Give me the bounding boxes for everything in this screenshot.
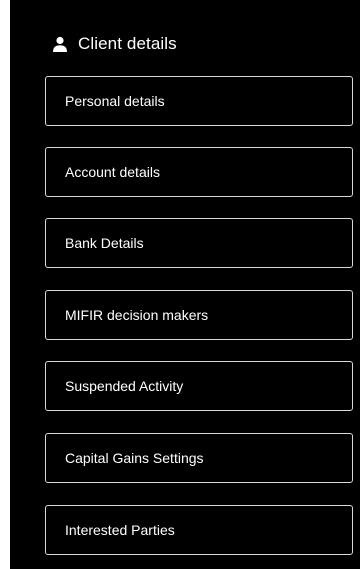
capital-gains-settings-button[interactable]: Capital Gains Settings [45, 433, 353, 483]
bank-details-button[interactable]: Bank Details [45, 218, 353, 268]
section-header: Client details [52, 32, 177, 56]
section-title: Client details [78, 34, 177, 53]
menu-item-label: Interested Parties [65, 522, 175, 538]
menu-item-label: Account details [65, 164, 160, 180]
menu-item-label: Bank Details [65, 235, 144, 251]
menu-item-label: Capital Gains Settings [65, 450, 204, 466]
menu-item-label: Suspended Activity [65, 378, 184, 394]
suspended-activity-button[interactable]: Suspended Activity [45, 361, 353, 411]
menu-item-label: Personal details [65, 93, 165, 109]
interested-parties-button[interactable]: Interested Parties [45, 505, 353, 555]
personal-details-button[interactable]: Personal details [45, 76, 353, 126]
menu-item-label: MIFIR decision makers [65, 307, 209, 323]
user-icon [52, 36, 68, 52]
mifir-decision-makers-button[interactable]: MIFIR decision makers [45, 290, 353, 340]
account-details-button[interactable]: Account details [45, 147, 353, 197]
